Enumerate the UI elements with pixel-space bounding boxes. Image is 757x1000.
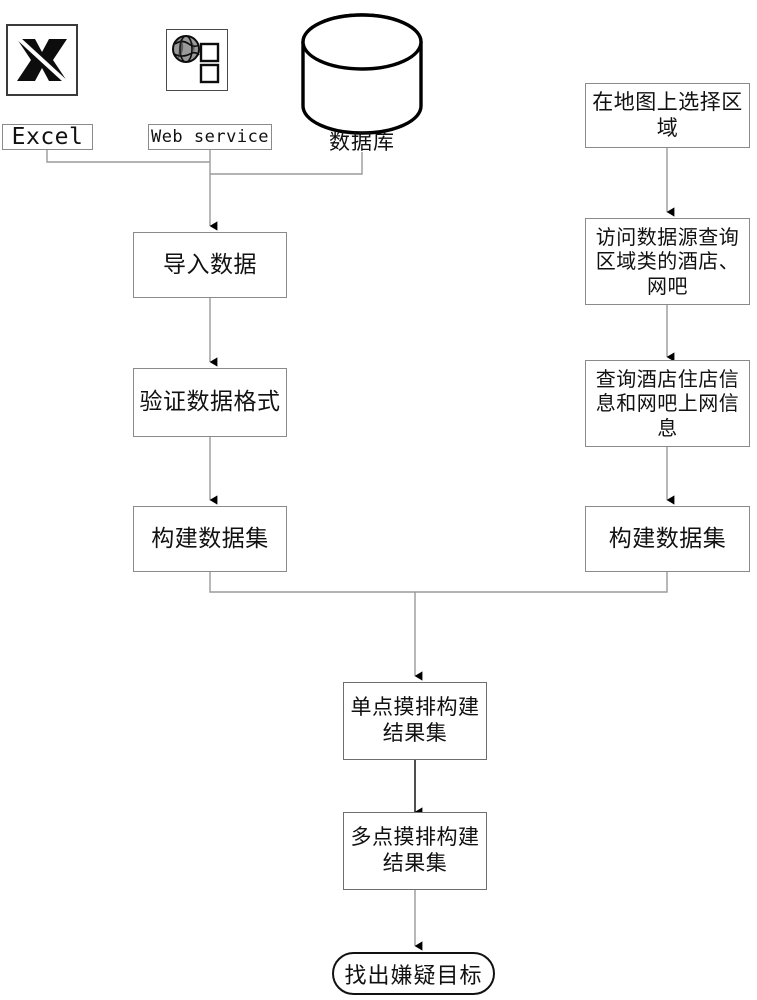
- excel-label-text: Excel: [11, 124, 84, 150]
- node-find-suspect-target: 找出嫌疑目标: [332, 952, 495, 995]
- database-cylinder-icon: [301, 13, 423, 135]
- connector-dataset-left-to-merge: [209, 572, 415, 593]
- node-build-dataset-right: 构建数据集: [585, 506, 750, 572]
- node-validate-format-label: 验证数据格式: [139, 389, 281, 416]
- node-build-dataset-left-label: 构建数据集: [151, 525, 269, 552]
- node-multi-point-result-set-label: 多点摸排构建结果集: [350, 825, 480, 875]
- node-query-hotels-cafes: 访问数据源查询区域类的酒店、网吧: [585, 218, 750, 305]
- node-single-point-result-set-label: 单点摸排构建结果集: [350, 695, 480, 745]
- node-find-suspect-target-label: 找出嫌疑目标: [344, 963, 483, 989]
- node-import-data-label: 导入数据: [163, 251, 257, 278]
- excel-label: Excel: [2, 124, 93, 150]
- node-select-area-on-map-label: 在地图上选择区域: [592, 89, 743, 140]
- excel-icon: [6, 24, 78, 96]
- node-single-point-result-set: 单点摸排构建结果集: [343, 682, 487, 760]
- node-query-hotels-cafes-label: 访问数据源查询区域类的酒店、网吧: [595, 224, 740, 298]
- node-multi-point-result-set: 多点摸排构建结果集: [343, 812, 487, 890]
- database-label: 数据库: [312, 126, 412, 156]
- flowchart-diagram: Excel Web service 数据库 导入数据 验证数据格式 构建数据集 …: [0, 0, 757, 1000]
- globe-icon: [172, 35, 200, 63]
- connector-excel-to-trunk: [46, 150, 210, 163]
- node-query-checkin-online-info: 查询酒店住店信息和网吧上网信息: [585, 360, 750, 447]
- connector-dataset-right-to-merge: [415, 572, 668, 593]
- node-import-data: 导入数据: [133, 232, 287, 298]
- node-validate-format: 验证数据格式: [133, 368, 287, 437]
- web-service-label: Web service: [148, 124, 272, 150]
- node-build-dataset-right-label: 构建数据集: [608, 525, 727, 552]
- node-build-dataset-left: 构建数据集: [133, 506, 287, 572]
- web-service-icon: [166, 29, 228, 91]
- web-service-label-text: Web service: [150, 127, 270, 147]
- node-select-area-on-map: 在地图上选择区域: [585, 83, 750, 148]
- database-label-text: 数据库: [329, 130, 395, 154]
- node-query-checkin-online-info-label: 查询酒店住店信息和网吧上网信息: [595, 366, 740, 440]
